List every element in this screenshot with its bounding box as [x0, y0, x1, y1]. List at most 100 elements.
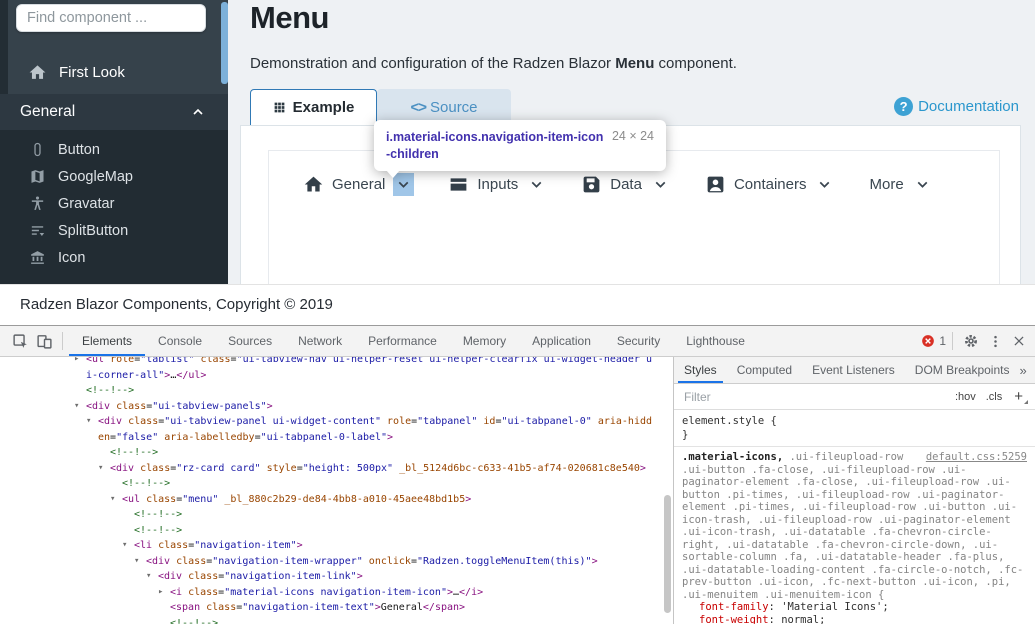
tab-event-listeners[interactable]: Event Listeners [802, 358, 905, 383]
dom-tree-line[interactable]: ▾<ul class="menu" _bl_880c2b29-de84-4bb8… [0, 492, 673, 508]
code-token: "ui-tabpanel-0-label" [261, 432, 387, 443]
devtools-tab-elements[interactable]: Elements [69, 327, 145, 356]
code-token: <ul [86, 357, 110, 365]
stylesheet-source-link[interactable]: default.css:5259 [926, 451, 1027, 464]
settings-gear-icon[interactable] [959, 329, 983, 353]
elements-scrollbar[interactable] [664, 495, 671, 613]
css-property[interactable]: font-family: 'Material Icons'; [682, 601, 1027, 614]
code-token: > [357, 571, 363, 582]
dom-tree-line[interactable]: <!--!--> [0, 445, 673, 461]
tab-example[interactable]: Example [250, 89, 377, 125]
sidebar-item-button[interactable]: Button [0, 136, 228, 163]
dom-tree-line[interactable]: <!--!--> [0, 523, 673, 539]
menu-item-more[interactable]: More [869, 173, 932, 196]
sidebar-item-first-look[interactable]: First Look [0, 56, 228, 88]
code-token: > [297, 540, 303, 551]
collapsed-arrow-icon[interactable]: ▸ [158, 585, 163, 601]
devtools-tab-performance[interactable]: Performance [355, 327, 450, 356]
sidebar-item-gravatar[interactable]: Gravatar [0, 190, 228, 217]
dom-tree-line[interactable]: <!--!--> [0, 476, 673, 492]
menu-item-inputs[interactable]: Inputs [448, 173, 547, 196]
expanded-arrow-icon[interactable]: ▾ [134, 554, 139, 570]
devtools-tab-security[interactable]: Security [604, 327, 673, 356]
dom-tree-line[interactable]: ▾<div class="navigation-item-wrapper" on… [0, 554, 673, 570]
code-token: _bl_5124d6bc-c633-41b5-af74-020681c8e540 [399, 463, 640, 474]
code-token: class [146, 494, 176, 505]
code-token: "navigation-item-link" [224, 571, 356, 582]
tab-computed[interactable]: Computed [727, 358, 802, 383]
description-bold: Menu [615, 55, 654, 72]
toggle-element-classes[interactable]: .cls [986, 391, 1003, 403]
sidebar-item-splitbutton[interactable]: SplitButton [0, 217, 228, 244]
expanded-arrow-icon[interactable]: ▾ [86, 414, 91, 430]
styles-filter-input[interactable] [682, 389, 945, 405]
expanded-arrow-icon[interactable]: ▾ [98, 461, 103, 477]
chevron-up-icon [190, 104, 206, 120]
dom-tree-line[interactable]: <!--!--> [0, 507, 673, 523]
code-token: class [140, 463, 170, 474]
sidebar-item-icon[interactable]: Icon [0, 244, 228, 271]
code-token: "ui-tabview-panels" [152, 401, 266, 412]
kebab-menu-icon[interactable] [983, 329, 1007, 353]
devtools-tab-sources[interactable]: Sources [215, 327, 285, 356]
dom-tree-line[interactable]: ▾<div class="ui-tabview-panels"> [0, 399, 673, 415]
property-name[interactable]: font-weight [699, 614, 769, 624]
search-input[interactable] [17, 5, 205, 31]
code-token: <ul [122, 494, 146, 505]
devtools-tab-memory[interactable]: Memory [450, 327, 519, 356]
dom-tree-line[interactable]: ▸<i class="material-icons navigation-ite… [0, 585, 673, 601]
css-property[interactable]: font-weight: normal; [682, 614, 1027, 624]
tab-dom-breakpoints[interactable]: DOM Breakpoints [905, 358, 1020, 383]
expanded-arrow-icon[interactable]: ▾ [110, 492, 115, 508]
expanded-arrow-icon[interactable]: ▾ [146, 569, 151, 585]
device-toolbar-icon[interactable] [32, 329, 56, 353]
code-token: "navigation-item-wrapper" [212, 556, 363, 567]
element-style-open: element.style { [682, 414, 1027, 428]
page-description: Demonstration and configuration of the R… [250, 55, 737, 72]
css-rule[interactable]: default.css:5259 .material-icons, .ui-fil… [674, 447, 1035, 624]
expanded-arrow-icon[interactable]: ▾ [122, 538, 127, 554]
new-style-rule-button[interactable]: + [1014, 388, 1027, 405]
documentation-link[interactable]: ? Documentation [894, 97, 1019, 116]
sidebar-item-label: Button [58, 142, 100, 158]
devtools-tab-application[interactable]: Application [519, 327, 604, 356]
code-token: <!--!--> [134, 525, 182, 536]
property-value[interactable]: : normal; [769, 614, 826, 624]
dom-tree-line[interactable]: ▾<div class="rz-card card" style="height… [0, 461, 673, 477]
button-icon [29, 141, 46, 158]
tabs-overflow-icon[interactable]: » [1019, 363, 1026, 378]
dom-tree-line[interactable]: ▾<div class="navigation-item-link"> [0, 569, 673, 585]
inspect-element-icon[interactable] [8, 329, 32, 353]
dom-tree-line[interactable]: ▾<div class="ui-tabview-panel ui-widget-… [0, 414, 673, 445]
console-error-badge[interactable]: 1 [921, 334, 946, 348]
toggle-hover-state[interactable]: :hov [955, 391, 976, 403]
dom-tree-line[interactable]: <!--!--> [0, 616, 673, 624]
dom-tree-line[interactable]: <!--!--> [0, 383, 673, 399]
code-token: "rz-card card" [176, 463, 260, 474]
menu-item-containers[interactable]: Containers [705, 173, 836, 196]
devtools-tab-console[interactable]: Console [145, 327, 215, 356]
expanded-arrow-icon[interactable]: ▾ [74, 399, 79, 415]
error-icon [921, 334, 935, 348]
sidebar-item-googlemap[interactable]: GoogleMap [0, 163, 228, 190]
devtools-tab-lighthouse[interactable]: Lighthouse [673, 327, 758, 356]
screenshot-root: First Look General Button GoogleMap Grav… [0, 0, 1035, 624]
dom-tree-line[interactable]: ▾<li class="navigation-item"> [0, 538, 673, 554]
collapsed-arrow-icon[interactable]: ▸ [74, 357, 79, 368]
property-name[interactable]: font-family [699, 601, 769, 613]
devtools-tab-network[interactable]: Network [285, 327, 355, 356]
documentation-label: Documentation [918, 98, 1019, 115]
tab-styles[interactable]: Styles [674, 358, 727, 383]
property-value[interactable]: : 'Material Icons'; [769, 601, 889, 613]
menu-item-data[interactable]: Data [581, 173, 671, 196]
matched-selector[interactable]: .material-icons, [682, 451, 783, 463]
dom-tree-line[interactable]: ▸<ul role="tablist" class="ui-tabview-na… [0, 357, 673, 383]
close-icon[interactable] [1007, 329, 1031, 353]
page-footer: Radzen Blazor Components, Copyright © 20… [0, 284, 1035, 325]
sidebar-section-general[interactable]: General [0, 94, 228, 130]
dom-tree-line[interactable]: <span class="navigation-item-text">Gener… [0, 600, 673, 616]
sidebar-item-label: First Look [59, 64, 125, 81]
element-style-block[interactable]: element.style {} [674, 410, 1035, 447]
selector-list[interactable]: .ui-fileupload-row .ui-button .fa-close,… [682, 451, 1023, 601]
help-icon: ? [894, 97, 913, 116]
